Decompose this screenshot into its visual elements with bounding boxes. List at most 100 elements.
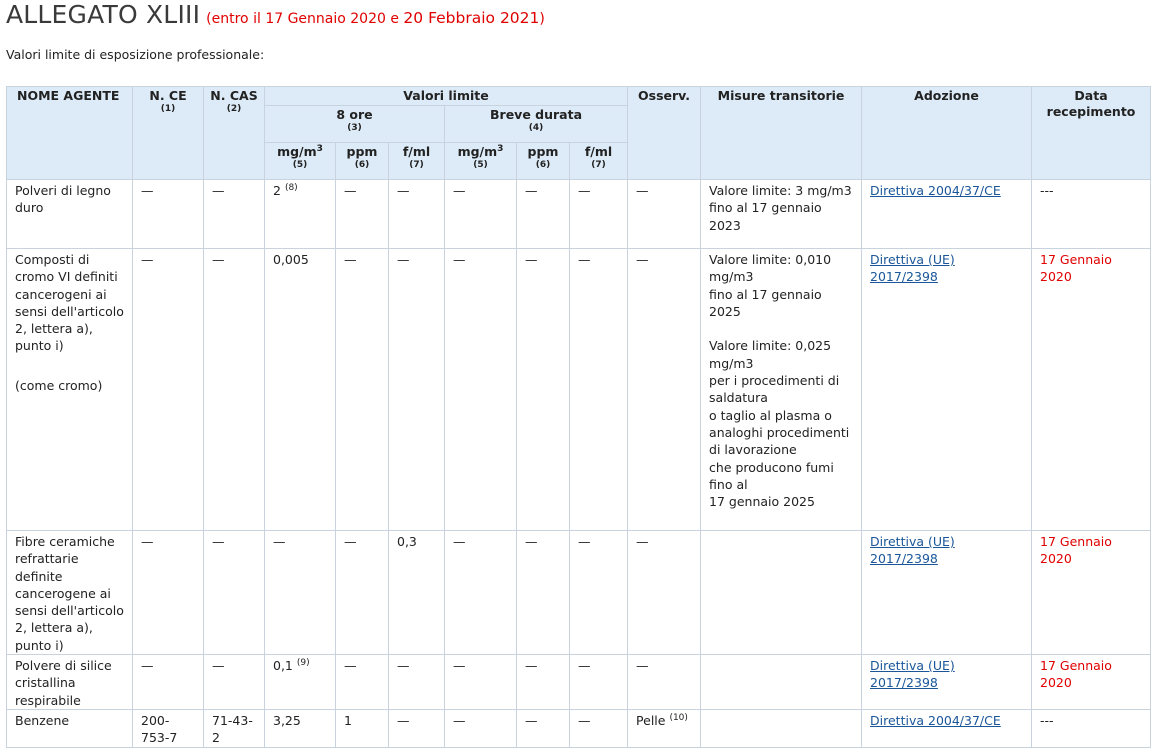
cell-misure [700,708,863,748]
cell-ppm8: — [335,529,389,656]
cell-nome: Polveri di legno duro [6,179,133,249]
header-nome-agente: NOME AGENTE [6,86,133,180]
header-b-fml: f/ml (7) [568,142,629,180]
cell-ppmb: — [516,179,570,249]
header-n-ce: N. CE (1) [132,86,204,180]
table-body: Polveri di legno duro — — 2 (8) — — — — … [6,179,1152,748]
title-date-1: 17 Gennaio 2020 [265,11,386,27]
cell-ppmb: — [516,654,570,710]
cell-ppmb: — [516,529,570,656]
cell-mg8: 0,005 [264,248,336,531]
cell-cas: — [203,529,265,656]
header-8-fml: f/ml (7) [388,142,445,180]
header-breve-durata: Breve durata (4) [443,105,629,143]
header-8-mgm3: mg/m3 (5) [264,142,336,180]
header-osserv: Osserv. [627,86,702,180]
cell-osserv: — [627,248,702,531]
table-header: NOME AGENTE N. CE (1) N. CAS (2) Valori li… [6,86,1152,180]
cell-ce: 200-753-7 [132,708,204,748]
adozione-link[interactable]: Direttiva (UE) 2017/2398 [870,658,955,690]
cell-adozione: Direttiva (UE) 2017/2398 [861,529,1033,656]
header-data-recepimento: Data recepimento [1031,86,1152,180]
cell-fmlb: — [568,529,629,656]
table-row: Benzene 200-753-7 71-43-2 3,25 1 — — — —… [6,708,1152,748]
cell-osserv: — [627,654,702,710]
cell-mgb: — [444,529,517,656]
cell-mg8: — [264,529,336,656]
cell-mgb: — [444,179,517,249]
table-row: Polvere di silice cristallina respirabil… [6,654,1152,710]
cell-nome: Polvere di silice cristallina respirabil… [6,654,133,710]
cell-nome: Composti di cromo VI definiti cancerogen… [6,248,133,531]
cell-adozione: Direttiva (UE) 2017/2398 [861,248,1033,531]
cell-mg8: 0,1 (9) [264,654,336,710]
header-b-mgm3: mg/m3 (5) [444,142,517,180]
header-b-ppm: ppm (6) [516,142,570,180]
cell-fml8: 0,3 [388,529,445,656]
cell-data: --- [1031,179,1152,249]
header-valori-limite: Valori limite [263,86,629,106]
cell-mgb: — [444,708,517,748]
cell-cas: 71-43-2 [203,708,265,748]
cell-fml8: — [388,708,445,748]
cell-fml8: — [388,248,445,531]
cell-ce: — [132,248,204,531]
cell-ppmb: — [516,248,570,531]
table-row: Polveri di legno duro — — 2 (8) — — — — … [6,179,1152,249]
cell-mg8: 3,25 [264,708,336,748]
cell-ppm8: 1 [335,708,389,748]
cell-ce: — [132,179,204,249]
header-8-ppm: ppm (6) [335,142,389,180]
adozione-link[interactable]: Direttiva (UE) 2017/2398 [870,252,955,284]
cell-fmlb: — [568,248,629,531]
cell-osserv: — [627,529,702,656]
cell-osserv: — [627,179,702,249]
cell-data: 17 Gennaio 2020 [1031,529,1152,656]
cell-mg8: 2 (8) [264,179,336,249]
header-adozione: Adozione [861,86,1033,180]
cell-fmlb: — [568,179,629,249]
cell-cas: — [203,248,265,531]
cell-adozione: Direttiva 2004/37/CE [861,179,1033,249]
cell-data: 17 Gennaio 2020 [1031,248,1152,531]
cell-ce: — [132,529,204,656]
header-misure: Misure transitorie [700,86,863,180]
cell-nome: Benzene [6,708,133,748]
cell-nome: Fibre ceramiche refrattarie definite can… [6,529,133,656]
cell-mgb: — [444,248,517,531]
cell-misure [700,529,863,656]
cell-cas: — [203,179,265,249]
cell-ppm8: — [335,179,389,249]
adozione-link[interactable]: Direttiva 2004/37/CE [870,713,1001,728]
cell-fmlb: — [568,708,629,748]
cell-fml8: — [388,654,445,710]
cell-adozione: Direttiva 2004/37/CE [861,708,1033,748]
cell-ppmb: — [516,708,570,748]
adozione-link[interactable]: Direttiva (UE) 2017/2398 [870,534,955,566]
table-row: Composti di cromo VI definiti cancerogen… [6,248,1152,531]
limits-table: NOME AGENTE N. CE (1) N. CAS (2) Valori li… [6,86,1152,748]
cell-fml8: — [388,179,445,249]
cell-osserv: Pelle (10) [627,708,702,748]
title-date-2: 20 Febbraio 2021 [403,9,540,27]
adozione-link[interactable]: Direttiva 2004/37/CE [870,183,1001,198]
cell-data: 17 Gennaio 2020 [1031,654,1152,710]
cell-misure [700,654,863,710]
cell-fmlb: — [568,654,629,710]
table-row: Fibre ceramiche refrattarie definite can… [6,529,1152,656]
intro-text: Valori limite di esposizione professiona… [6,47,265,62]
cell-ppm8: — [335,248,389,531]
cell-adozione: Direttiva (UE) 2017/2398 [861,654,1033,710]
cell-data: --- [1031,708,1152,748]
title-text: ALLEGATO XLIII [6,0,201,29]
cell-cas: — [203,654,265,710]
cell-mgb: — [444,654,517,710]
cell-misure: Valore limite: 3 mg/m3 fino al 17 gennaio… [700,179,863,249]
header-8-ore: 8 ore (3) [264,105,445,143]
title-dates: (entro il 17 Gennaio 2020 e 20 Febbraio … [206,9,545,27]
page-title: ALLEGATO XLIII (entro il 17 Gennaio 2020 … [6,0,545,34]
cell-ppm8: — [335,654,389,710]
cell-misure: Valore limite: 0,010 mg/m3 fino al 17 gen… [700,248,863,531]
header-n-cas: N. CAS (2) [203,86,265,180]
cell-ce: — [132,654,204,710]
